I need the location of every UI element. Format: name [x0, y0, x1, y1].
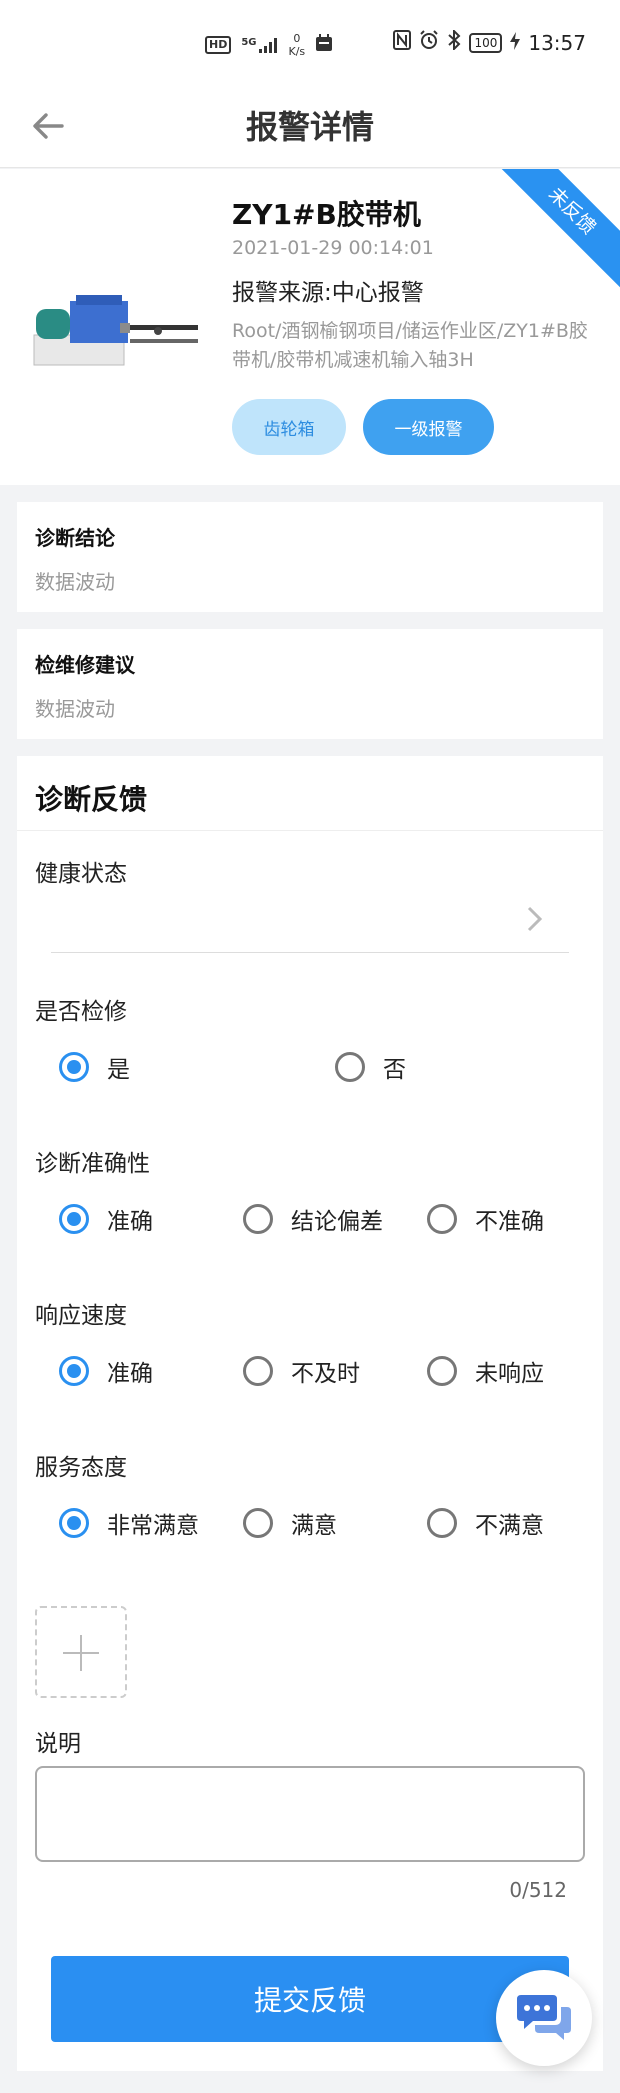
diagnosis-card: 诊断结论 数据波动	[17, 502, 603, 612]
feedback-status-ribbon: 未反馈	[487, 169, 620, 296]
radio-label: 是	[107, 1057, 130, 1083]
feedback-card: 诊断反馈 健康状态 是否检修 是 否 诊断准确性 准确 结论偏差 不准确 响应速…	[17, 756, 603, 2071]
char-counter: 0/512	[509, 1878, 567, 1902]
plus-icon	[80, 1635, 82, 1671]
radio-response-none[interactable]: 未响应	[427, 1354, 544, 1388]
radio-accuracy-inaccurate[interactable]: 不准确	[427, 1202, 544, 1236]
health-status-select[interactable]	[523, 904, 545, 934]
maintenance-value: 数据波动	[35, 697, 115, 721]
page-title: 报警详情	[245, 108, 374, 146]
charging-icon	[510, 31, 521, 55]
alarm-level-tag[interactable]: 一级报警	[363, 399, 494, 455]
device-name: ZY1#B胶带机	[232, 198, 421, 231]
radio-attitude-satisfied[interactable]: 满意	[243, 1506, 337, 1540]
speed-value: 0	[293, 32, 301, 45]
alarm-time: 2021-01-29 00:14:01	[232, 237, 434, 259]
hd-indicator: HD	[205, 36, 232, 54]
radio-attitude-very-satisfied[interactable]: 非常满意	[59, 1506, 199, 1540]
calendar-icon	[315, 34, 333, 56]
radio-unselected-icon	[427, 1508, 457, 1538]
health-status-underline	[51, 952, 569, 953]
radio-unselected-icon	[335, 1052, 365, 1082]
network-type: 5G	[241, 37, 257, 48]
response-label: 响应速度	[35, 1303, 127, 1329]
bluetooth-icon	[447, 28, 461, 55]
radio-label: 不满意	[475, 1513, 544, 1539]
diagnosis-title: 诊断结论	[35, 526, 115, 550]
radio-unselected-icon	[427, 1204, 457, 1234]
submit-feedback-button[interactable]: 提交反馈	[51, 1956, 569, 2042]
radio-accuracy-deviation[interactable]: 结论偏差	[243, 1202, 383, 1236]
clock-time: 13:57	[528, 30, 586, 55]
alarm-header: ZY1#B胶带机 2021-01-29 00:14:01 报警来源:中心报警 R…	[0, 169, 620, 485]
radio-label: 结论偏差	[291, 1209, 383, 1235]
radio-label: 不准确	[475, 1209, 544, 1235]
radio-selected-icon	[59, 1052, 89, 1082]
radio-response-late[interactable]: 不及时	[243, 1354, 360, 1388]
radio-label: 满意	[291, 1513, 337, 1539]
machine-image	[30, 279, 202, 379]
network-speed: 0 K/s	[289, 32, 306, 58]
chat-bubbles-icon	[517, 1995, 571, 2040]
radio-response-accurate[interactable]: 准确	[59, 1354, 153, 1388]
radio-unselected-icon	[243, 1204, 273, 1234]
radio-label: 否	[383, 1057, 406, 1083]
radio-label: 未响应	[475, 1361, 544, 1387]
chat-button[interactable]	[496, 1970, 592, 2066]
status-bar: HD 5G 0 K/s 100 13:57	[0, 0, 620, 92]
radio-unselected-icon	[243, 1356, 273, 1386]
repair-label: 是否检修	[35, 999, 127, 1025]
speed-unit: K/s	[288, 45, 306, 58]
radio-unselected-icon	[427, 1356, 457, 1386]
feedback-title: 诊断反馈	[35, 783, 148, 816]
attitude-label: 服务态度	[35, 1455, 127, 1481]
radio-label: 非常满意	[107, 1513, 199, 1539]
radio-label: 准确	[107, 1209, 153, 1235]
alarm-source: 报警来源:中心报警	[232, 280, 424, 306]
maintenance-title: 检维修建议	[35, 653, 135, 677]
radio-selected-icon	[59, 1356, 89, 1386]
radio-attitude-unsatisfied[interactable]: 不满意	[427, 1506, 544, 1540]
radio-selected-icon	[59, 1204, 89, 1234]
alarm-clock-icon	[419, 30, 439, 55]
signal-icon: 5G	[241, 37, 278, 53]
radio-unselected-icon	[243, 1508, 273, 1538]
chevron-right-icon	[527, 906, 543, 932]
title-bar: 报警详情	[0, 92, 620, 168]
radio-selected-icon	[59, 1508, 89, 1538]
alarm-path: Root/酒钢榆钢项目/储运作业区/ZY1#B胶带机/胶带机减速机输入轴3H	[232, 320, 588, 371]
nfc-icon	[393, 30, 412, 55]
accuracy-label: 诊断准确性	[35, 1151, 150, 1177]
maintenance-card: 检维修建议 数据波动	[17, 629, 603, 739]
divider	[17, 830, 603, 831]
radio-repair-no[interactable]: 否	[335, 1050, 406, 1084]
battery-indicator: 100	[469, 32, 503, 53]
status-left: HD 5G 0 K/s	[205, 32, 333, 58]
radio-label: 不及时	[291, 1361, 360, 1387]
radio-label: 准确	[107, 1361, 153, 1387]
image-upload-button[interactable]	[35, 1606, 127, 1698]
description-label: 说明	[35, 1731, 81, 1757]
component-tag[interactable]: 齿轮箱	[232, 399, 346, 455]
radio-accuracy-accurate[interactable]: 准确	[59, 1202, 153, 1236]
radio-repair-yes[interactable]: 是	[59, 1050, 130, 1084]
description-textarea[interactable]	[35, 1766, 585, 1862]
health-status-label: 健康状态	[35, 861, 127, 887]
diagnosis-value: 数据波动	[35, 570, 115, 594]
status-right: 100 13:57	[393, 28, 586, 55]
